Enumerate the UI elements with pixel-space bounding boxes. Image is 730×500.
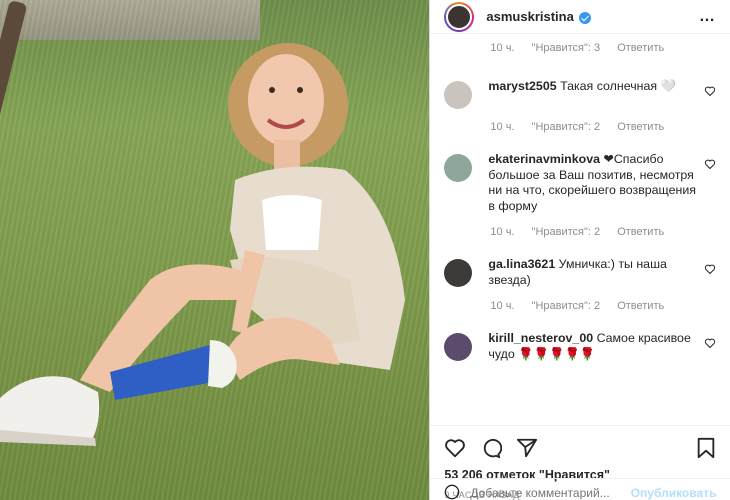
comment-likes[interactable]: "Нравится": 2 — [532, 300, 601, 312]
more-options-icon[interactable]: … — [699, 8, 716, 26]
comment: ga.lina3621 Умничка:) ты наша звезда) — [444, 257, 716, 288]
comment-time[interactable]: 10 ч. — [490, 121, 514, 133]
instagram-post: asmuskristina … 10 ч. "Нравится": 3 Отве… — [0, 0, 730, 500]
story-ring[interactable] — [444, 1, 475, 32]
like-heart-icon[interactable] — [444, 437, 466, 459]
comment-time[interactable]: 10 ч. — [490, 300, 514, 312]
commenter-avatar[interactable] — [444, 81, 473, 109]
publish-button[interactable]: Опубликовать — [631, 486, 717, 500]
comment-text: ekaterinavminkova ❤Спасибо большое за Ва… — [488, 152, 700, 214]
comment-meta: 10 ч. "Нравится": 2 Ответить — [490, 300, 716, 314]
like-comment-heart-icon[interactable] — [704, 263, 716, 275]
emoji-icon[interactable] — [444, 484, 460, 500]
action-icons — [444, 434, 716, 462]
comment-text: ga.lina3621 Умничка:) ты наша звезда) — [488, 257, 700, 288]
comment-text: maryst2505 Такая солнечная 🤍 — [488, 79, 700, 109]
share-paper-plane-icon[interactable] — [516, 437, 538, 459]
comment: ekaterinavminkova ❤Спасибо большое за Ва… — [444, 152, 716, 214]
verified-badge-icon — [578, 11, 591, 24]
commenter-avatar[interactable] — [444, 259, 473, 287]
add-comment-bar: Опубликовать — [430, 478, 730, 500]
commenter-avatar[interactable] — [444, 154, 473, 182]
comments-list[interactable]: 10 ч. "Нравится": 3 Ответить maryst2505 … — [430, 34, 730, 425]
comment-meta: 10 ч. "Нравится": 3 Ответить — [490, 34, 716, 62]
comment-bubble-icon[interactable] — [480, 437, 503, 459]
comment-meta: 10 ч. "Нравится": 2 Ответить — [490, 121, 716, 135]
post-photo[interactable] — [0, 0, 430, 500]
commenter-username[interactable]: ga.lina3621 — [488, 257, 555, 271]
comment-meta: 10 ч. "Нравится": 2 Ответить — [490, 226, 716, 240]
comment-time[interactable]: 10 ч. — [490, 226, 514, 238]
save-bookmark-icon[interactable] — [696, 437, 716, 459]
comment-likes[interactable]: "Нравится": 3 — [532, 42, 601, 54]
add-comment-input[interactable] — [470, 486, 621, 500]
reply-button[interactable]: Ответить — [617, 226, 664, 238]
author-username[interactable]: asmuskristina — [486, 9, 573, 24]
post-header: asmuskristina … — [430, 0, 730, 34]
post-sidebar: asmuskristina … 10 ч. "Нравится": 3 Отве… — [429, 0, 730, 500]
like-comment-heart-icon[interactable] — [704, 158, 716, 170]
reply-button[interactable]: Ответить — [617, 121, 664, 133]
comment-likes[interactable]: "Нравится": 2 — [532, 121, 601, 133]
comment-likes[interactable]: "Нравится": 2 — [532, 226, 601, 238]
commenter-username[interactable]: ekaterinavminkova — [488, 152, 600, 166]
comment-text: kirill_nesterov_00 Самое красивое чудо 🌹… — [488, 331, 700, 362]
commenter-avatar[interactable] — [444, 333, 473, 361]
comment-time[interactable]: 10 ч. — [490, 42, 514, 54]
woman-figure — [0, 43, 405, 446]
comment: maryst2505 Такая солнечная 🤍 — [444, 79, 716, 109]
avatar[interactable] — [446, 3, 473, 30]
comment-body: Такая солнечная 🤍 — [560, 79, 676, 93]
commenter-username[interactable]: maryst2505 — [488, 79, 556, 93]
reply-button[interactable]: Ответить — [617, 300, 664, 312]
commenter-username[interactable]: kirill_nesterov_00 — [488, 331, 593, 345]
like-comment-heart-icon[interactable] — [704, 337, 716, 349]
reply-button[interactable]: Ответить — [617, 42, 664, 54]
comment: kirill_nesterov_00 Самое красивое чудо 🌹… — [444, 331, 716, 362]
like-comment-heart-icon[interactable] — [704, 85, 716, 97]
